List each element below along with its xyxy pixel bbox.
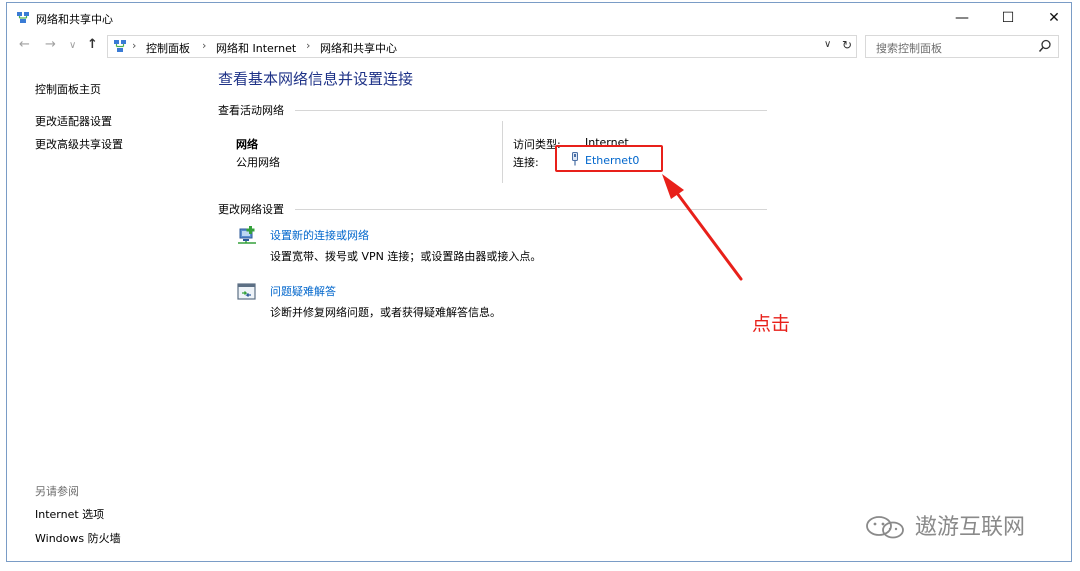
windows-firewall-link[interactable]: Windows 防火墙	[35, 530, 121, 546]
maximize-button[interactable]: ☐	[985, 3, 1031, 33]
setup-new-connection-link[interactable]: 设置新的连接或网络	[270, 227, 369, 243]
back-button[interactable]: ←	[19, 37, 30, 52]
section-divider	[295, 110, 767, 111]
change-adapter-settings-link[interactable]: 更改适配器设置	[35, 113, 112, 129]
page-title: 查看基本网络信息并设置连接	[218, 70, 414, 88]
access-type-label: 访问类型:	[513, 138, 561, 151]
network-name: 网络	[236, 138, 258, 151]
network-sharing-center-window: 网络和共享中心 — ☐ ✕ ← → ∨ ↑ › 控制面板 › 网络和 Inter…	[6, 2, 1072, 562]
control-panel-icon	[114, 40, 126, 52]
forward-button[interactable]: →	[45, 37, 56, 52]
address-bar[interactable]: › 控制面板 › 网络和 Internet › 网络和共享中心 ∨ ↻	[107, 35, 857, 58]
search-placeholder: 搜索控制面板	[876, 42, 942, 55]
address-dropdown-button[interactable]: ∨	[824, 39, 831, 50]
breadcrumb-control-panel[interactable]: 控制面板	[146, 40, 190, 56]
breadcrumb-network-internet[interactable]: 网络和 Internet	[216, 40, 296, 56]
connection-label: 连接:	[513, 156, 539, 169]
setup-new-connection-description: 设置宽带、拨号或 VPN 连接；或设置路由器或接入点。	[270, 250, 542, 263]
breadcrumb-separator: ›	[202, 39, 207, 52]
annotation-arrow	[662, 174, 743, 281]
breadcrumb-separator: ›	[306, 39, 311, 52]
window-title: 网络和共享中心	[36, 13, 113, 26]
refresh-button[interactable]: ↻	[842, 38, 852, 52]
section-divider	[295, 209, 767, 210]
control-panel-home-link[interactable]: 控制面板主页	[35, 81, 101, 97]
close-button[interactable]: ✕	[1031, 3, 1071, 33]
watermark-text: 遨游互联网	[915, 515, 1026, 540]
troubleshoot-icon	[237, 283, 256, 300]
breadcrumb-separator: ›	[132, 39, 137, 52]
search-icon[interactable]	[1038, 39, 1052, 53]
see-also-heading: 另请参阅	[35, 485, 79, 498]
active-networks-heading: 查看活动网络	[218, 104, 284, 117]
recent-locations-button[interactable]: ∨	[69, 40, 76, 51]
network-type: 公用网络	[236, 156, 280, 169]
network-icon	[17, 12, 29, 23]
click-annotation-text: 点击	[752, 313, 791, 335]
title-bar: 网络和共享中心 — ☐ ✕	[7, 3, 1071, 33]
highlight-box	[555, 145, 663, 172]
breadcrumb-network-sharing-center[interactable]: 网络和共享中心	[320, 40, 397, 56]
change-network-settings-heading: 更改网络设置	[218, 203, 284, 216]
search-input[interactable]: 搜索控制面板	[865, 35, 1059, 58]
internet-options-link[interactable]: Internet 选项	[35, 506, 104, 522]
wechat-icon	[866, 516, 904, 539]
navigation-bar: ← → ∨ ↑ › 控制面板 › 网络和 Internet › 网络和共享中心 …	[7, 34, 1071, 60]
minimize-button[interactable]: —	[939, 3, 985, 33]
troubleshoot-problems-description: 诊断并修复网络问题，或者获得疑难解答信息。	[270, 306, 501, 319]
troubleshoot-problems-link[interactable]: 问题疑难解答	[270, 283, 336, 299]
network-setup-icon	[238, 226, 256, 244]
change-advanced-sharing-link[interactable]: 更改高级共享设置	[35, 136, 123, 152]
up-button[interactable]: ↑	[87, 37, 98, 52]
vertical-divider	[502, 121, 503, 183]
